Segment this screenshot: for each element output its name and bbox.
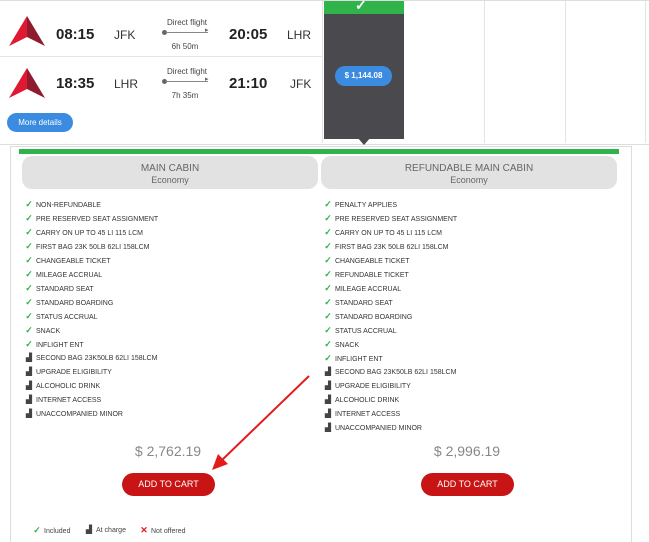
annotation-arrow-icon <box>212 375 310 470</box>
flight-results-page: 08:15 JFK Direct flight ▸ 6h 50m 20:05 L… <box>0 0 649 542</box>
